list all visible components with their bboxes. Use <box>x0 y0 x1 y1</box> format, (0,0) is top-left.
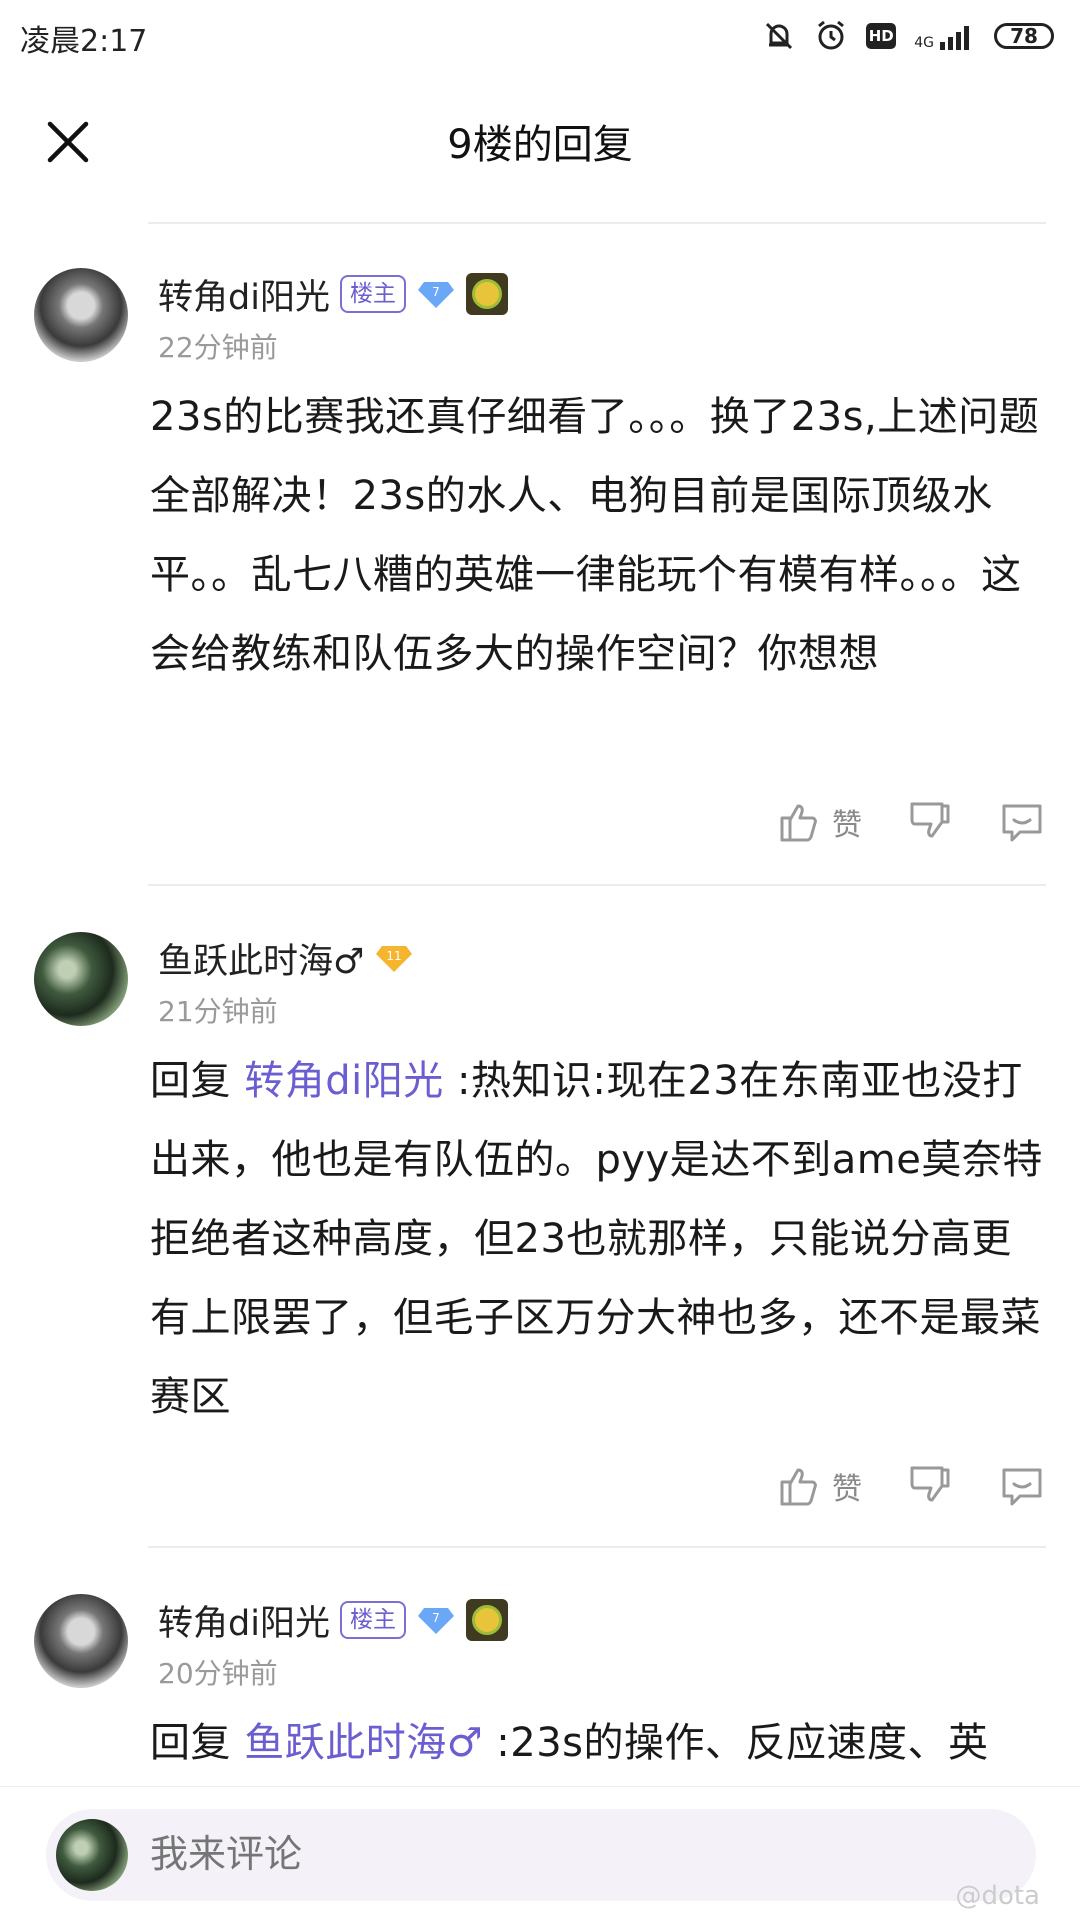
status-time: 凌晨2:17 <box>20 24 148 59</box>
medal-icon <box>465 1599 508 1641</box>
thumb-up-icon <box>780 804 817 842</box>
status-icons: HD 4G 78 <box>762 14 1054 58</box>
header: 9楼的回复 <box>0 90 1080 186</box>
watermark: @dota <box>955 1881 1040 1911</box>
reply-body: :23s的操作、反应速度、英 <box>483 1720 989 1766</box>
avatar[interactable] <box>34 1594 128 1688</box>
reply-icon <box>1002 1468 1042 1506</box>
reply-body: :热知识:现在23在东南亚也没打出来，他也是有队伍的。pyy是达不到ame莫奈特… <box>150 1058 1043 1420</box>
comment-text: 回复 转角di阳光 :热知识:现在23在东南亚也没打出来，他也是有队伍的。pyy… <box>150 1042 1052 1437</box>
reply-prefix: 回复 <box>150 1058 245 1104</box>
my-avatar <box>56 1819 128 1891</box>
comment-input[interactable] <box>46 1809 1036 1901</box>
divider <box>148 222 1046 224</box>
mute-icon <box>766 22 793 50</box>
alarm-icon <box>818 20 845 50</box>
comment-text: 回复 鱼跃此时海♂ :23s的操作、反应速度、英 <box>150 1704 1052 1783</box>
reply-icon <box>1002 804 1042 842</box>
user-info: 鱼跃此时海♂ 11 <box>158 934 414 982</box>
hd-icon: HD <box>866 23 897 49</box>
like-button[interactable]: 赞 <box>776 1462 862 1510</box>
username[interactable]: 鱼跃此时海♂ <box>158 933 364 984</box>
battery-icon: 78 <box>994 23 1054 49</box>
user-info: 转角di阳光 楼主 7 <box>158 270 508 318</box>
dislike-button[interactable] <box>906 1462 954 1510</box>
reply-button[interactable] <box>998 798 1046 846</box>
avatar[interactable] <box>34 268 128 362</box>
battery-level: 78 <box>1010 24 1038 48</box>
level-number: 7 <box>432 1611 440 1625</box>
dislike-button[interactable] <box>906 798 954 846</box>
divider <box>148 884 1046 886</box>
medal-icon <box>465 273 508 315</box>
like-label: 赞 <box>832 1472 862 1507</box>
gem-icon: 11 <box>376 946 413 972</box>
comment-actions: 赞 <box>776 798 1046 846</box>
reply-prefix: 回复 <box>150 1720 245 1766</box>
like-label: 赞 <box>832 808 862 843</box>
reply-to-user[interactable]: 鱼跃此时海♂ <box>244 1720 483 1766</box>
comment-time: 22分钟前 <box>158 331 278 364</box>
comment-actions: 赞 <box>776 1462 1046 1510</box>
page-title: 9楼的回复 <box>447 122 633 168</box>
avatar[interactable] <box>34 932 128 1026</box>
owner-badge: 楼主 <box>339 275 406 313</box>
like-button[interactable]: 赞 <box>776 798 862 846</box>
username[interactable]: 转角di阳光 <box>158 1595 330 1646</box>
gem-icon: 7 <box>417 1608 454 1634</box>
level-number: 11 <box>387 949 402 963</box>
signal-icon: 4G <box>914 22 976 50</box>
divider <box>148 1546 1046 1548</box>
gem-icon: 7 <box>417 282 454 308</box>
thumb-down-icon <box>910 802 950 838</box>
reply-button[interactable] <box>998 1462 1046 1510</box>
thumb-up-icon <box>780 1468 817 1506</box>
network-type: 4G <box>914 35 934 51</box>
status-bar: 凌晨2:17 HD 4G 78 <box>0 0 1080 72</box>
user-info: 转角di阳光 楼主 7 <box>158 1596 508 1644</box>
thumb-down-icon <box>910 1466 950 1502</box>
level-number: 7 <box>432 285 440 299</box>
reply-to-user[interactable]: 转角di阳光 <box>244 1058 444 1104</box>
comment-time: 21分钟前 <box>158 995 278 1028</box>
comment-text: 23s的比赛我还真仔细看了。。。换了23s,上述问题全部解决！23s的水人、电狗… <box>150 394 1040 677</box>
username[interactable]: 转角di阳光 <box>158 269 330 320</box>
owner-badge: 楼主 <box>339 1601 406 1639</box>
comment-bar: @dota <box>0 1786 1080 1921</box>
comment-time: 20分钟前 <box>158 1657 278 1690</box>
